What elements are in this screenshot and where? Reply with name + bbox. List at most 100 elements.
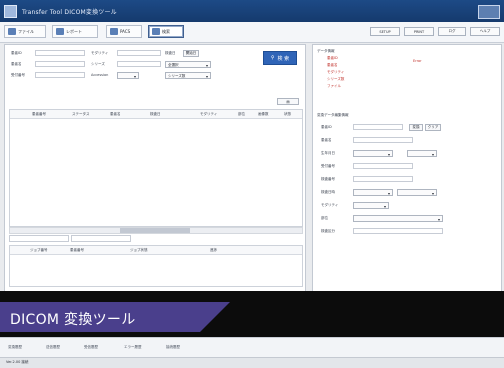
modality-dropdown[interactable]: ▾ bbox=[353, 202, 389, 209]
field-label: 検査番号 bbox=[321, 177, 335, 181]
edit-accession-input[interactable] bbox=[353, 163, 413, 169]
field-label: 検査区分 bbox=[321, 229, 335, 233]
magnifier-icon: ⚲ bbox=[270, 55, 275, 61]
field-label: 部位 bbox=[321, 216, 328, 220]
series-input[interactable] bbox=[117, 61, 161, 67]
toolbar-search-button[interactable]: 検索 bbox=[148, 25, 184, 38]
status-row: 患者ID bbox=[327, 56, 338, 60]
chevron-down-icon: ▾ bbox=[387, 152, 390, 157]
body-part-dropdown[interactable]: ▾ bbox=[353, 215, 443, 222]
chevron-down-icon: ▾ bbox=[383, 204, 386, 209]
chevron-down-icon: ▾ bbox=[437, 217, 440, 222]
dropdown-value: シリーズ数 bbox=[168, 74, 186, 78]
filter-input-2[interactable] bbox=[71, 235, 131, 242]
status-row: シリーズ数 bbox=[327, 77, 345, 81]
edit-patient-name-input[interactable] bbox=[353, 137, 413, 143]
exam-time-picker[interactable]: ▾ bbox=[397, 189, 437, 196]
status-text: Ver.2.00 接続 bbox=[6, 360, 29, 364]
exam-date-label: 検査日 bbox=[165, 51, 176, 55]
clear-button[interactable]: クリア bbox=[425, 124, 441, 131]
title-bar: Transfer Tool DICOM変換ツール bbox=[0, 0, 504, 22]
chevron-down-icon: ▾ bbox=[205, 74, 208, 79]
accession-dropdown[interactable]: ▾ bbox=[117, 72, 139, 79]
column-header: 患者番号 bbox=[70, 248, 84, 252]
series-count-dropdown[interactable]: シリーズ数 ▾ bbox=[165, 72, 211, 79]
tab-error-history[interactable]: エラー履歴 bbox=[124, 343, 142, 352]
toolbar-file-button[interactable]: ファイル bbox=[4, 25, 46, 38]
patient-name-input[interactable] bbox=[35, 61, 85, 67]
job-table-header: ジョブ番号 患者番号 ジョブ状態 進捗 bbox=[10, 246, 302, 255]
history-tabs: 変換履歴 送信履歴 受信履歴 エラー履歴 接続履歴 bbox=[0, 337, 504, 358]
select-all-dropdown[interactable]: 全選択 ▾ bbox=[165, 61, 211, 68]
status-row: ファイル bbox=[327, 84, 341, 88]
toolbar-pacs-button[interactable]: PACS bbox=[106, 25, 142, 38]
edit-exam-number-input[interactable] bbox=[353, 176, 413, 182]
banner-title: DICOM 変換ツール bbox=[10, 312, 136, 328]
search-button[interactable]: ⚲ 検 索 bbox=[263, 51, 297, 65]
toolbar: ファイル レポート PACS 検索 SETUP PRINT ログ ヘルプ bbox=[0, 22, 504, 43]
tab-send-history[interactable]: 送信履歴 bbox=[46, 343, 60, 352]
accession-input[interactable] bbox=[35, 72, 85, 78]
horizontal-scrollbar[interactable] bbox=[9, 227, 303, 234]
result-table[interactable]: 患者番号 ステータス 患者名 検査日 モダリティ 部位 画像数 状態 bbox=[9, 109, 303, 227]
field-label: 受付番号 bbox=[321, 164, 335, 168]
scrollbar-thumb[interactable] bbox=[120, 228, 190, 233]
column-header: ジョブ状態 bbox=[130, 248, 148, 252]
accession-en-label: Accession bbox=[91, 73, 109, 77]
status-bar: Ver.2.00 接続 bbox=[0, 357, 504, 368]
dropdown-value: 全選択 bbox=[168, 63, 179, 67]
report-icon bbox=[56, 28, 64, 35]
birthdate-picker[interactable]: ▾ bbox=[353, 150, 393, 157]
column-header: ステータス bbox=[72, 112, 90, 116]
column-header: 部位 bbox=[238, 112, 245, 116]
convert-button[interactable]: 変換 bbox=[409, 124, 423, 131]
detail-panel: データ情報 患者ID 患者名 モダリティ シリーズ数 ファイル Error 変換… bbox=[312, 44, 502, 292]
column-header: 進捗 bbox=[210, 248, 217, 252]
column-header: 画像数 bbox=[258, 112, 269, 116]
print-button[interactable]: PRINT bbox=[404, 27, 434, 36]
chevron-down-icon: ▾ bbox=[133, 74, 136, 79]
search-icon bbox=[152, 28, 160, 35]
chevron-down-icon: ▾ bbox=[205, 63, 208, 68]
chevron-down-icon: ▾ bbox=[431, 152, 434, 157]
app-icon bbox=[4, 5, 17, 18]
log-button[interactable]: ログ bbox=[438, 27, 466, 36]
tab-convert-history[interactable]: 変換履歴 bbox=[8, 343, 22, 352]
toolbar-button-label: ファイル bbox=[18, 28, 34, 34]
field-label: モダリティ bbox=[321, 203, 339, 207]
accession-label: 受付番号 bbox=[11, 73, 25, 77]
section-title: 変換データ編集情報 bbox=[317, 113, 349, 117]
exam-datetime-picker[interactable]: ▾ bbox=[353, 189, 393, 196]
toolbar-button-label: 検索 bbox=[162, 28, 170, 34]
column-header: 患者番号 bbox=[32, 112, 46, 116]
column-header: 状態 bbox=[284, 112, 291, 116]
window-title: Transfer Tool DICOM変換ツール bbox=[22, 9, 117, 16]
column-header: モダリティ bbox=[200, 112, 218, 116]
filter-input-1[interactable] bbox=[9, 235, 69, 242]
help-button[interactable]: ヘルプ bbox=[470, 27, 500, 36]
job-table[interactable]: ジョブ番号 患者番号 ジョブ状態 進捗 bbox=[9, 245, 303, 287]
close-button[interactable] bbox=[478, 5, 500, 19]
edit-patient-id-input[interactable] bbox=[353, 124, 403, 130]
folder-icon bbox=[8, 28, 16, 35]
status-value: Error bbox=[413, 59, 422, 63]
search-panel: 患者ID モダリティ 検査日 開始日 患者名 シリーズ 全選択 ▾ 受付番号 Ac… bbox=[4, 44, 306, 292]
patient-id-label: 患者ID bbox=[11, 51, 22, 55]
modality-input[interactable] bbox=[117, 50, 161, 56]
tab-connection-history[interactable]: 接続履歴 bbox=[166, 343, 180, 352]
series-label: シリーズ bbox=[91, 62, 105, 66]
toolbar-button-label: PACS bbox=[120, 29, 131, 34]
setup-button[interactable]: SETUP bbox=[370, 27, 400, 36]
toolbar-button-label: レポート bbox=[66, 28, 82, 34]
detail-toggle-button[interactable]: ▤ bbox=[277, 98, 299, 105]
toolbar-report-button[interactable]: レポート bbox=[52, 25, 98, 38]
pacs-icon bbox=[110, 28, 118, 35]
modality-label: モダリティ bbox=[91, 51, 109, 55]
sex-dropdown[interactable]: ▾ bbox=[407, 150, 437, 157]
field-label: 患者名 bbox=[321, 138, 332, 142]
exam-category-input[interactable] bbox=[353, 228, 443, 234]
tab-receive-history[interactable]: 受信履歴 bbox=[84, 343, 98, 352]
start-date-button[interactable]: 開始日 bbox=[183, 50, 199, 57]
field-label: 検査日時 bbox=[321, 190, 335, 194]
patient-id-input[interactable] bbox=[35, 50, 85, 56]
